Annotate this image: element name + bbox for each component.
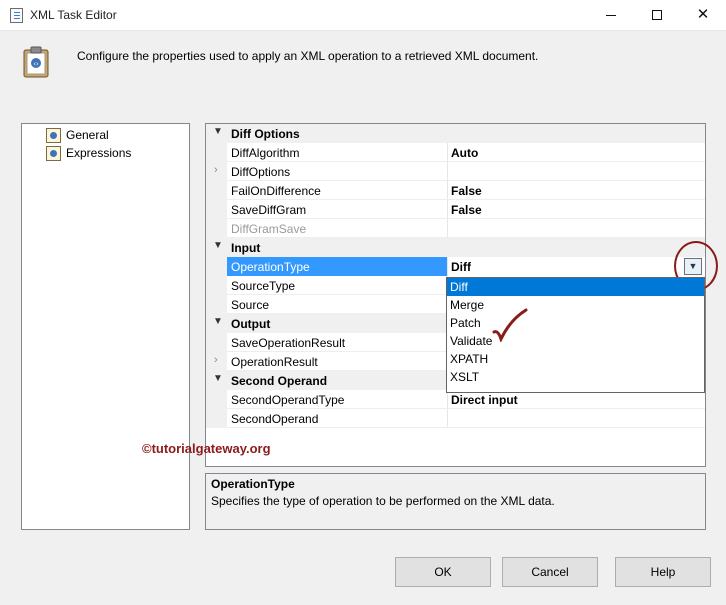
annotation-checkmark-icon xyxy=(492,308,528,342)
property-row-diff-algorithm[interactable]: DiffAlgorithm Auto xyxy=(206,143,705,162)
dropdown-option-patch[interactable]: Patch xyxy=(447,314,704,332)
minimize-icon xyxy=(606,15,616,16)
description-text: Specifies the type of operation to be pe… xyxy=(211,494,555,508)
cancel-button[interactable]: Cancel xyxy=(502,557,598,587)
maximize-icon xyxy=(652,10,662,20)
nav-item-expressions[interactable]: Expressions xyxy=(46,144,131,162)
nav-panel: General Expressions xyxy=(21,123,190,530)
title-bar: XML Task Editor ✕ xyxy=(0,0,726,31)
close-icon: ✕ xyxy=(696,6,710,23)
property-row-diff-gram-save[interactable]: DiffGramSave xyxy=(206,219,705,238)
dropdown-option-xpath[interactable]: XPATH xyxy=(447,350,704,368)
property-row-second-operand[interactable]: SecondOperand xyxy=(206,409,705,428)
collapse-chevron-icon: ▼ xyxy=(213,373,223,384)
collapse-chevron-icon: ▼ xyxy=(213,316,223,327)
window-title: XML Task Editor xyxy=(30,8,117,22)
description-panel: OperationType Specifies the type of oper… xyxy=(205,473,706,530)
ok-button[interactable]: OK xyxy=(395,557,491,587)
task-page-icon xyxy=(46,127,61,143)
clipboard-xml-icon: ‹› xyxy=(22,46,50,78)
header-description: Configure the properties used to apply a… xyxy=(77,49,539,63)
category-input[interactable]: ▼ Input xyxy=(206,238,705,257)
property-row-diff-options[interactable]: › DiffOptions xyxy=(206,162,705,181)
collapse-chevron-icon: ▼ xyxy=(213,126,223,137)
task-page-icon xyxy=(46,145,61,161)
svg-text:‹›: ‹› xyxy=(33,60,39,68)
collapse-chevron-icon: ▼ xyxy=(213,240,223,251)
nav-item-general[interactable]: General xyxy=(46,126,109,144)
nav-item-label: Expressions xyxy=(66,146,132,160)
expand-chevron-icon[interactable]: › xyxy=(214,164,218,176)
xml-task-icon xyxy=(10,8,23,23)
nav-item-label: General xyxy=(66,128,109,142)
dropdown-option-xslt[interactable]: XSLT xyxy=(447,368,704,386)
maximize-button[interactable] xyxy=(634,0,680,31)
dropdown-option-merge[interactable]: Merge xyxy=(447,296,704,314)
minimize-button[interactable] xyxy=(588,0,634,31)
help-button[interactable]: Help xyxy=(615,557,711,587)
operation-type-dropdown-list[interactable]: Diff Merge Patch Validate XPATH XSLT xyxy=(446,277,705,393)
expand-chevron-icon[interactable]: › xyxy=(214,354,218,366)
description-title: OperationType xyxy=(211,477,295,491)
property-row-operation-type[interactable]: OperationType Diff ▼ xyxy=(206,257,705,276)
dropdown-option-diff[interactable]: Diff xyxy=(447,278,704,296)
property-row-fail-on-difference[interactable]: FailOnDifference False xyxy=(206,181,705,200)
close-button[interactable]: ✕ xyxy=(680,0,726,31)
watermark: ©tutorialgateway.org xyxy=(142,441,271,456)
category-diff-options[interactable]: ▼ Diff Options xyxy=(206,124,705,143)
property-row-save-diff-gram[interactable]: SaveDiffGram False xyxy=(206,200,705,219)
dropdown-option-validate[interactable]: Validate xyxy=(447,332,704,350)
